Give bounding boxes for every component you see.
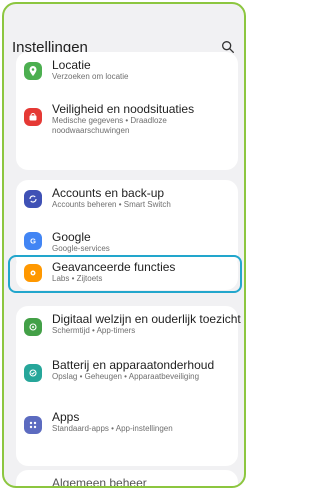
google-icon: G: [24, 232, 42, 250]
device-care-icon: [24, 364, 42, 382]
settings-item-sub: Verzoeken om locatie: [52, 72, 129, 81]
settings-item-sub: Standaard-apps • App-instellingen: [52, 424, 173, 433]
settings-card-device: Digitaal welzijn en ouderlijk toezicht S…: [16, 306, 241, 466]
settings-item-location[interactable]: Locatie Verzoeken om locatie: [16, 52, 238, 96]
settings-frame: Instellingen Locatie Verzoeken om locati…: [2, 2, 246, 488]
settings-item-accounts[interactable]: Accounts en back-up Accounts beheren • S…: [16, 182, 238, 224]
settings-card-privacy: Locatie Verzoeken om locatie Veiligheid …: [16, 52, 238, 170]
settings-item-sub: Accounts beheren • Smart Switch: [52, 200, 171, 209]
apps-grid-icon: [24, 416, 42, 434]
settings-item-label: Digitaal welzijn en ouderlijk toezicht: [52, 312, 241, 326]
settings-item-sub: Schermtijd • App-timers: [52, 326, 136, 335]
settings-item-battery[interactable]: Batterij en apparaatonderhoud Opslag • G…: [16, 352, 238, 402]
location-pin-icon: [24, 62, 42, 80]
settings-item-label: Veiligheid en noodsituaties: [52, 102, 195, 116]
sync-icon: [24, 190, 42, 208]
settings-item-sub: Google-services: [52, 244, 110, 253]
settings-item-sub: Medische gegevens • Draadloze noodwaarsc…: [52, 116, 167, 135]
settings-card-general: Algemeen beheer: [16, 470, 238, 486]
settings-item-safety[interactable]: Veiligheid en noodsituaties Medische geg…: [16, 96, 238, 166]
highlight-box: [8, 255, 242, 293]
wellbeing-icon: [24, 318, 42, 336]
settings-item-sub: Opslag • Geheugen • Apparaatbeveiliging: [52, 372, 200, 381]
settings-item-apps[interactable]: Apps Standaard-apps • App-instellingen: [16, 402, 238, 452]
svg-text:G: G: [30, 237, 36, 246]
settings-item-label: Google: [52, 230, 91, 244]
settings-item-label: Batterij en apparaatonderhoud: [52, 358, 215, 372]
settings-item-label: Accounts en back-up: [52, 186, 165, 200]
settings-item-label[interactable]: Algemeen beheer: [52, 476, 147, 486]
settings-item-label: Locatie: [52, 58, 91, 72]
emergency-icon: [24, 108, 42, 126]
settings-item-label: Apps: [52, 410, 80, 424]
settings-item-digital-wellbeing[interactable]: Digitaal welzijn en ouderlijk toezicht S…: [16, 306, 241, 352]
